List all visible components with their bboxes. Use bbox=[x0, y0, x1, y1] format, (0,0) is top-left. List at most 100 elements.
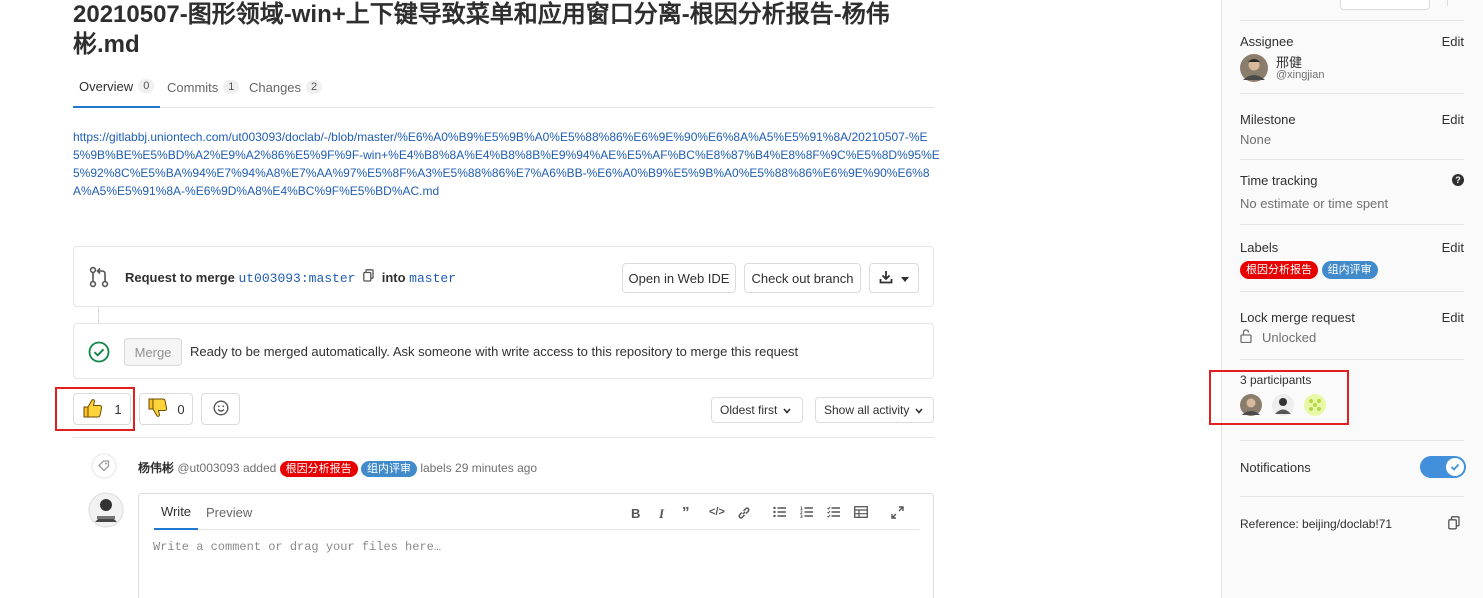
assignee-edit-link[interactable]: Edit bbox=[1442, 34, 1464, 49]
copy-branch-icon[interactable] bbox=[363, 269, 374, 285]
labels-title: Labels bbox=[1240, 240, 1279, 255]
chevron-down-icon bbox=[783, 403, 791, 417]
tab-commits-label: Commits bbox=[167, 79, 219, 95]
description-link[interactable]: https://gitlabbj.uniontech.com/ut003093/… bbox=[73, 128, 943, 200]
table-icon[interactable] bbox=[854, 506, 868, 521]
time-tracking-title: Time tracking bbox=[1240, 173, 1318, 188]
merge-button[interactable]: Merge bbox=[124, 338, 182, 366]
comment-input[interactable]: Write a comment or drag your files here… bbox=[153, 540, 441, 554]
note-handle[interactable]: @ut003093 bbox=[177, 461, 239, 475]
link-icon[interactable] bbox=[737, 506, 751, 523]
label-badge-rootcause[interactable]: 根因分析报告 bbox=[1240, 261, 1318, 279]
code-icon[interactable]: </> bbox=[709, 506, 725, 518]
label-badge-review[interactable]: 组内评审 bbox=[1321, 261, 1378, 279]
reference-text: Reference: beijing/doclab!71 bbox=[1240, 517, 1393, 531]
thumbsdown-icon bbox=[147, 397, 169, 422]
thumbsdown-count: 0 bbox=[177, 401, 185, 417]
assignee-title: Assignee bbox=[1240, 34, 1294, 49]
mr-tabs: Overview 0 Commits 1 Changes 2 bbox=[73, 66, 934, 108]
chevron-down-icon bbox=[915, 403, 923, 417]
lock-edit-link[interactable]: Edit bbox=[1442, 310, 1464, 325]
divider bbox=[73, 437, 934, 438]
lock-section: Lock merge request Edit Unlocked bbox=[1240, 310, 1464, 360]
bullet-list-icon[interactable] bbox=[773, 506, 787, 521]
page-title: 20210507-图形领域-win+上下键导致菜单和应用窗口分离-根因分析报告-… bbox=[73, 1, 890, 58]
comment-toolbar: Write Preview B I ” </> 123 bbox=[154, 494, 919, 530]
tab-overview-label: Overview bbox=[79, 78, 134, 94]
notifications-title: Notifications bbox=[1240, 460, 1311, 475]
check-circle-icon bbox=[88, 341, 110, 366]
numbered-list-icon[interactable]: 123 bbox=[800, 506, 814, 521]
avatar[interactable] bbox=[88, 492, 124, 531]
open-web-ide-button[interactable]: Open in Web IDE bbox=[622, 263, 736, 293]
into-label: into bbox=[381, 270, 406, 285]
time-tracking-value: No estimate or time spent bbox=[1240, 196, 1389, 211]
add-reaction-button[interactable] bbox=[201, 393, 240, 425]
tab-overview[interactable]: Overview 0 bbox=[73, 66, 161, 108]
source-branch[interactable]: ut003093:master bbox=[238, 271, 355, 286]
avatar[interactable] bbox=[1240, 54, 1268, 85]
highlight-box-award bbox=[55, 387, 135, 431]
tab-preview[interactable]: Preview bbox=[206, 494, 252, 530]
markdown-toolbar: B I ” </> 123 bbox=[629, 505, 919, 523]
check-icon bbox=[1446, 458, 1464, 476]
label-badge-rootcause[interactable]: 根因分析报告 bbox=[279, 461, 358, 477]
filter-label: Show all activity bbox=[824, 403, 910, 417]
thumbsdown-award-button[interactable]: 0 bbox=[139, 393, 193, 425]
tab-overview-count: 0 bbox=[138, 79, 155, 93]
comment-form: Write Preview B I ” </> 123 Write a comm… bbox=[138, 493, 934, 598]
download-dropdown-button[interactable] bbox=[869, 263, 919, 293]
divider bbox=[1240, 20, 1464, 21]
merge-request-widget: Request to merge ut003093:master into ma… bbox=[73, 246, 934, 307]
sidebar-top-divider bbox=[1447, 0, 1448, 6]
sort-dropdown[interactable]: Oldest first bbox=[711, 397, 803, 423]
download-icon bbox=[879, 270, 893, 287]
widget-connector bbox=[98, 307, 99, 323]
activity-filter-dropdown[interactable]: Show all activity bbox=[815, 397, 934, 423]
tab-write[interactable]: Write bbox=[154, 494, 198, 530]
highlight-box-participants bbox=[1209, 370, 1349, 425]
note-action: added bbox=[242, 461, 277, 475]
note-author[interactable]: 杨伟彬 bbox=[138, 461, 174, 475]
labels-edit-link[interactable]: Edit bbox=[1442, 240, 1464, 255]
sidebar-top-button[interactable] bbox=[1340, 0, 1430, 10]
help-icon[interactable]: ? bbox=[1452, 174, 1464, 189]
italic-icon[interactable]: I bbox=[659, 506, 664, 522]
tag-icon bbox=[91, 453, 117, 482]
fullscreen-icon[interactable] bbox=[891, 506, 904, 522]
tab-changes-count: 2 bbox=[306, 80, 323, 94]
system-note: 杨伟彬 @ut003093 added 根因分析报告 组内评审 labels 2… bbox=[138, 459, 537, 477]
unlock-icon bbox=[1240, 329, 1252, 346]
divider bbox=[1240, 440, 1464, 441]
note-suffix: labels 29 minutes ago bbox=[420, 461, 538, 475]
label-badge-review[interactable]: 组内评审 bbox=[361, 461, 417, 477]
right-sidebar: Assignee Edit 邢健 @xingjian Milestone Edi… bbox=[1221, 0, 1483, 598]
tab-changes[interactable]: Changes 2 bbox=[243, 66, 328, 108]
target-branch[interactable]: master bbox=[409, 271, 456, 286]
chevron-down-icon bbox=[901, 271, 909, 286]
milestone-edit-link[interactable]: Edit bbox=[1442, 112, 1464, 127]
labels-list: 根因分析报告 组内评审 bbox=[1240, 261, 1464, 279]
checkout-branch-button[interactable]: Check out branch bbox=[744, 263, 861, 293]
merge-request-text: Request to merge ut003093:master into ma… bbox=[125, 269, 456, 286]
lock-title: Lock merge request bbox=[1240, 310, 1355, 325]
sort-label: Oldest first bbox=[720, 403, 778, 417]
milestone-section: Milestone Edit None bbox=[1240, 112, 1464, 160]
notifications-toggle[interactable] bbox=[1420, 456, 1466, 478]
divider bbox=[1240, 496, 1464, 497]
milestone-value: None bbox=[1240, 132, 1272, 147]
smiley-icon bbox=[212, 399, 229, 419]
time-tracking-section: Time tracking ? No estimate or time spen… bbox=[1240, 173, 1464, 225]
milestone-title: Milestone bbox=[1240, 112, 1296, 127]
svg-text:?: ? bbox=[1455, 175, 1461, 185]
quote-icon[interactable]: ” bbox=[682, 505, 690, 520]
lock-value: Unlocked bbox=[1262, 330, 1317, 345]
task-list-icon[interactable] bbox=[827, 506, 841, 521]
lock-status: Unlocked bbox=[1240, 329, 1464, 346]
merge-status-message: Ready to be merged automatically. Ask so… bbox=[190, 344, 799, 359]
tab-commits[interactable]: Commits 1 bbox=[161, 66, 245, 108]
labels-section: Labels Edit 根因分析报告 组内评审 bbox=[1240, 240, 1464, 292]
merge-status-widget: Merge Ready to be merged automatically. … bbox=[73, 323, 934, 379]
bold-icon[interactable]: B bbox=[631, 506, 640, 521]
copy-reference-icon[interactable] bbox=[1448, 516, 1460, 533]
